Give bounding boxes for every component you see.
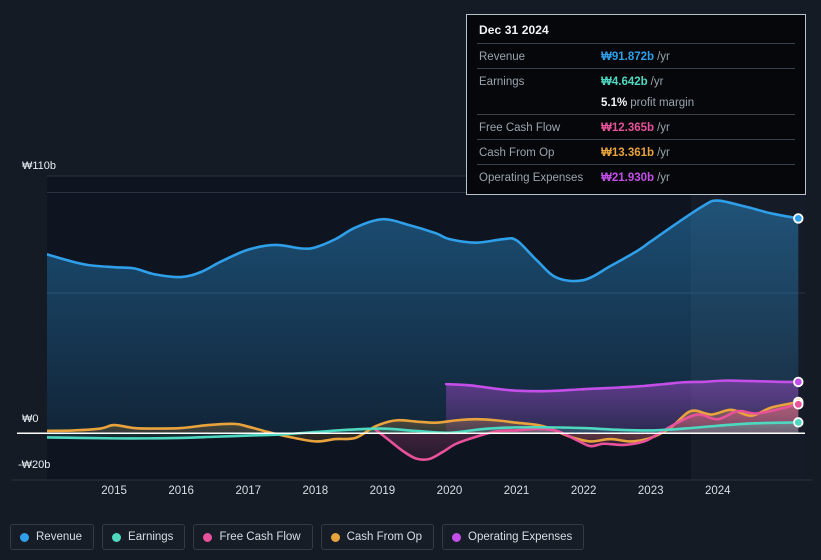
tooltip-row: Cash From Op ₩13.361b/yr (477, 139, 795, 164)
legend-color-dot (452, 532, 462, 542)
tooltip-row: Earnings ₩4.642b/yr (477, 68, 795, 93)
x-tick-2021: 2021 (503, 485, 530, 497)
legend-item-label: Revenue (36, 531, 83, 543)
tooltip-row-value: ₩4.642b/yr (601, 76, 664, 88)
legend-color-dot (203, 532, 213, 542)
tooltip-title: Dec 31 2024 (479, 23, 549, 37)
y-axis-bottom-label: -₩20b (18, 459, 51, 471)
legend-item-free-cash-flow[interactable]: Free Cash Flow (193, 524, 313, 550)
tooltip-row: Operating Expenses ₩21.930b/yr (477, 164, 795, 189)
tooltip-row-value: ₩13.361b/yr (601, 147, 670, 159)
tooltip-row-value: ₩21.930b/yr (601, 172, 670, 184)
legend-item-operating-expenses[interactable]: Operating Expenses (442, 524, 585, 550)
x-tick-2017: 2017 (235, 485, 262, 497)
x-tick-2024: 2024 (704, 485, 731, 497)
tooltip-row: Free Cash Flow ₩12.365b/yr (477, 114, 795, 139)
tooltip-row-value: 5.1% profit margin (601, 97, 695, 109)
x-tick-2016: 2016 (168, 485, 194, 497)
x-tick-2023: 2023 (637, 485, 664, 497)
legend-item-revenue[interactable]: Revenue (10, 524, 95, 550)
financial-chart: ₩110b ₩0 -₩20b 2015 2016 2017 2018 2019 2020 2… (0, 0, 821, 560)
x-tick-2020: 2020 (436, 485, 463, 497)
endpoint-dot-earnings (794, 418, 802, 426)
legend-color-dot (112, 532, 122, 542)
legend-item-label: Earnings (128, 531, 174, 543)
tooltip-row-label: Cash From Op (479, 147, 555, 159)
x-tick-2019: 2019 (369, 485, 396, 497)
endpoint-dot-operating-expenses (794, 378, 802, 386)
legend-item-label: Operating Expenses (468, 531, 573, 543)
legend-item-label: Free Cash Flow (219, 531, 301, 543)
x-tick-2022: 2022 (570, 485, 597, 497)
legend-color-dot (20, 532, 29, 542)
x-tick-2018: 2018 (302, 485, 329, 497)
x-tick-2015: 2015 (101, 485, 127, 497)
endpoint-dot-free-cash-flow (794, 400, 802, 408)
y-axis-top-label: ₩110b (22, 160, 57, 172)
legend-item-earnings[interactable]: Earnings (102, 524, 186, 550)
tooltip-row-label: Operating Expenses (479, 172, 584, 184)
endpoint-dot-revenue (794, 214, 802, 222)
data-tooltip: Dec 31 2024 Revenue ₩91.872b/yr Earnings ₩4… (466, 14, 806, 195)
tooltip-row-value: ₩12.365b/yr (601, 122, 670, 134)
tooltip-row-label: Free Cash Flow (479, 122, 561, 134)
tooltip-row-label: Revenue (479, 51, 526, 63)
y-axis-zero-label: ₩0 (22, 413, 39, 425)
tooltip-rows: Revenue ₩91.872b/yr Earnings ₩4.642b/yr 5.1… (477, 43, 795, 189)
tooltip-row: 5.1% profit margin (477, 93, 795, 114)
tooltip-row-label: Earnings (479, 76, 525, 88)
legend-item-label: Cash From Op (346, 531, 423, 543)
legend-item-cash-from-op[interactable]: Cash From Op (320, 524, 435, 550)
chart-legend[interactable]: Revenue Earnings Free Cash Flow Cash From O… (10, 524, 585, 550)
legend-color-dot (330, 532, 340, 542)
tooltip-row-value: ₩91.872b/yr (601, 51, 670, 63)
tooltip-row: Revenue ₩91.872b/yr (477, 43, 795, 68)
